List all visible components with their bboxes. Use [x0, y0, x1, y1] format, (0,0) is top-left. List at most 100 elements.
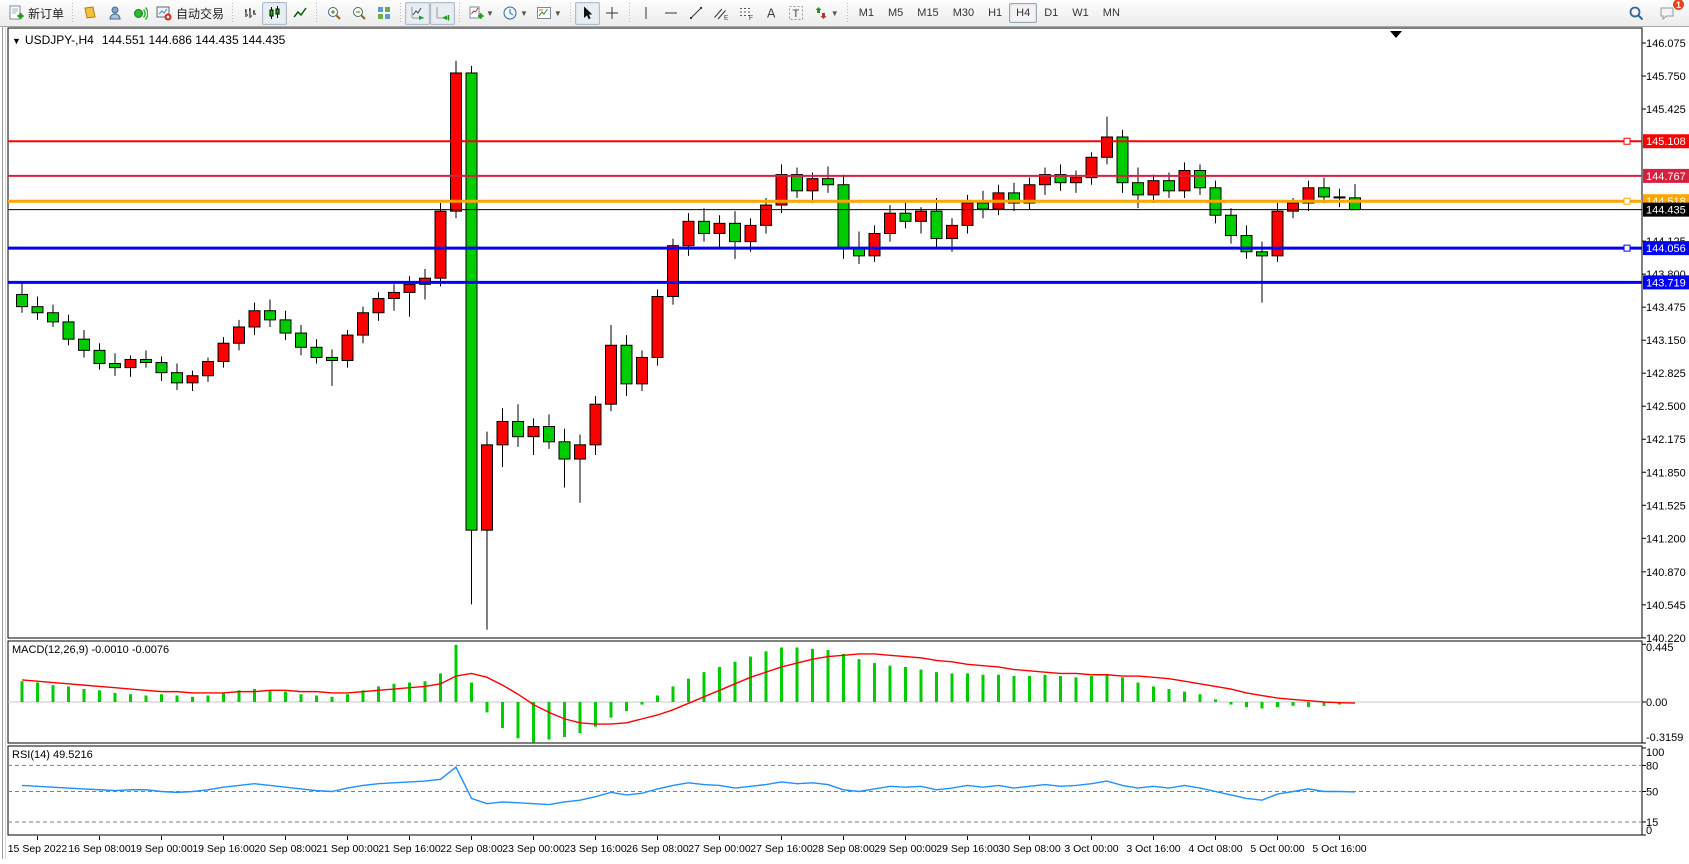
bar-chart-button[interactable]	[237, 2, 262, 25]
svg-text:23 Sep 16:00: 23 Sep 16:00	[564, 843, 627, 855]
svg-text:140.545: 140.545	[1646, 600, 1686, 612]
text-label-button[interactable]: T	[784, 2, 809, 25]
clock-icon	[502, 5, 518, 21]
zoom-in-button[interactable]	[321, 2, 346, 25]
quotes-button[interactable]	[77, 2, 102, 25]
svg-text:20 Sep 08:00: 20 Sep 08:00	[254, 843, 317, 855]
timeframe-button-m30[interactable]: M30	[946, 3, 981, 23]
trendline-button[interactable]	[684, 2, 709, 25]
auto-scroll-icon	[410, 5, 426, 21]
fibonacci-icon: F	[738, 5, 754, 21]
chevron-down-icon[interactable]: ▼	[520, 9, 528, 18]
svg-text:19 Sep 16:00: 19 Sep 16:00	[192, 843, 255, 855]
zoom-out-button[interactable]	[346, 2, 371, 25]
experts-button[interactable]	[102, 2, 127, 25]
price-chart-canvas[interactable]: 146.075145.750145.425144.125143.800143.4…	[0, 27, 1689, 859]
indicators-icon	[468, 5, 484, 21]
horizontal-line-button[interactable]	[659, 2, 684, 25]
timeframe-button-m15[interactable]: M15	[910, 3, 945, 23]
vertical-line-button[interactable]	[634, 2, 659, 25]
panel-frames	[8, 28, 1642, 835]
indicators-button[interactable]: ▼	[464, 2, 498, 25]
timeframe-button-m5[interactable]: M5	[881, 3, 910, 23]
chart-title: ▼USDJPY-,H4144.551 144.686 144.435 144.4…	[12, 33, 285, 47]
timeframe-button-h1[interactable]: H1	[981, 3, 1009, 23]
chart-collapse-icon[interactable]: ▼	[12, 36, 21, 46]
search-icon	[1628, 5, 1644, 21]
svg-text:145.108: 145.108	[1646, 136, 1686, 148]
svg-text:3 Oct 00:00: 3 Oct 00:00	[1064, 843, 1118, 855]
equidistant-channel-button[interactable]: E	[709, 2, 734, 25]
line-chart-icon	[292, 5, 308, 21]
chart-shift-icon	[435, 5, 451, 21]
crosshair-button[interactable]	[600, 2, 625, 25]
notifications-button[interactable]: 1	[1654, 2, 1679, 25]
cursor-button[interactable]	[575, 2, 600, 25]
search-button[interactable]	[1623, 2, 1648, 25]
svg-text:0.445: 0.445	[1646, 642, 1674, 654]
toolbar-separator	[629, 3, 630, 23]
svg-text:145.425: 145.425	[1646, 104, 1686, 116]
timeframe-button-m1[interactable]: M1	[852, 3, 881, 23]
svg-text:80: 80	[1646, 760, 1658, 772]
timeframe-button-mn[interactable]: MN	[1096, 3, 1127, 23]
templates-button[interactable]: ▼	[532, 2, 566, 25]
new-order-button[interactable]: 新订单	[4, 2, 68, 25]
svg-text:27 Sep 16:00: 27 Sep 16:00	[750, 843, 813, 855]
text-button[interactable]: A	[759, 2, 784, 25]
chevron-down-icon[interactable]: ▼	[831, 9, 839, 18]
svg-text:140.870: 140.870	[1646, 567, 1686, 579]
chevron-down-icon[interactable]: ▼	[486, 9, 494, 18]
autotrading-button-label: 自动交易	[176, 5, 224, 22]
svg-text:30 Sep 08:00: 30 Sep 08:00	[998, 843, 1061, 855]
horizontal-line-icon	[663, 5, 679, 21]
svg-text:23 Sep 00:00: 23 Sep 00:00	[502, 843, 565, 855]
svg-text:F: F	[749, 15, 753, 21]
svg-text:143.719: 143.719	[1646, 277, 1686, 289]
candlestick-chart-button[interactable]	[262, 2, 287, 25]
tile-windows-button[interactable]	[371, 2, 396, 25]
toolbar-separator	[847, 3, 848, 23]
svg-text:143.475: 143.475	[1646, 302, 1686, 314]
chart-symbol-period: USDJPY-,H4	[25, 33, 94, 47]
text-icon: A	[763, 5, 779, 21]
svg-text:50: 50	[1646, 787, 1658, 799]
arrows-button[interactable]: ▼	[809, 2, 843, 25]
chart-shift-button[interactable]	[430, 2, 455, 25]
svg-text:A: A	[767, 7, 776, 21]
svg-text:141.850: 141.850	[1646, 467, 1686, 479]
periods-button[interactable]: ▼	[498, 2, 532, 25]
timeframe-button-w1[interactable]: W1	[1065, 3, 1096, 23]
svg-text:22 Sep 08:00: 22 Sep 08:00	[440, 843, 503, 855]
svg-text:142.175: 142.175	[1646, 434, 1686, 446]
timeframe-button-d1[interactable]: D1	[1037, 3, 1065, 23]
fibonacci-button[interactable]: F	[734, 2, 759, 25]
svg-text:5 Oct 00:00: 5 Oct 00:00	[1250, 843, 1304, 855]
svg-text:146.075: 146.075	[1646, 38, 1686, 50]
text-label-icon: T	[788, 5, 804, 21]
signals-button[interactable]	[127, 2, 152, 25]
svg-text:-0.3159: -0.3159	[1646, 732, 1683, 744]
line-chart-button[interactable]	[287, 2, 312, 25]
svg-text:T: T	[793, 8, 800, 20]
svg-text:143.150: 143.150	[1646, 335, 1686, 347]
new-order-icon	[8, 5, 24, 21]
toolbar-separator	[232, 3, 233, 23]
quotes-icon	[82, 5, 98, 21]
svg-text:3 Oct 16:00: 3 Oct 16:00	[1126, 843, 1180, 855]
new-order-button-label: 新订单	[28, 5, 64, 22]
toolbar-separator	[72, 3, 73, 23]
chart-window[interactable]: ▼USDJPY-,H4144.551 144.686 144.435 144.4…	[0, 27, 1689, 859]
experts-icon	[107, 5, 123, 21]
svg-text:15 Sep 2022: 15 Sep 2022	[8, 843, 68, 855]
svg-text:27 Sep 00:00: 27 Sep 00:00	[688, 843, 751, 855]
signals-icon	[132, 5, 148, 21]
autotrading-button[interactable]: 自动交易	[152, 2, 228, 25]
auto-scroll-button[interactable]	[405, 2, 430, 25]
timeframe-button-h4[interactable]: H4	[1009, 3, 1037, 23]
svg-text:29 Sep 00:00: 29 Sep 00:00	[874, 843, 937, 855]
cursor-icon	[579, 5, 595, 21]
svg-text:19 Sep 00:00: 19 Sep 00:00	[130, 843, 193, 855]
svg-text:5 Oct 16:00: 5 Oct 16:00	[1312, 843, 1366, 855]
chevron-down-icon[interactable]: ▼	[554, 9, 562, 18]
